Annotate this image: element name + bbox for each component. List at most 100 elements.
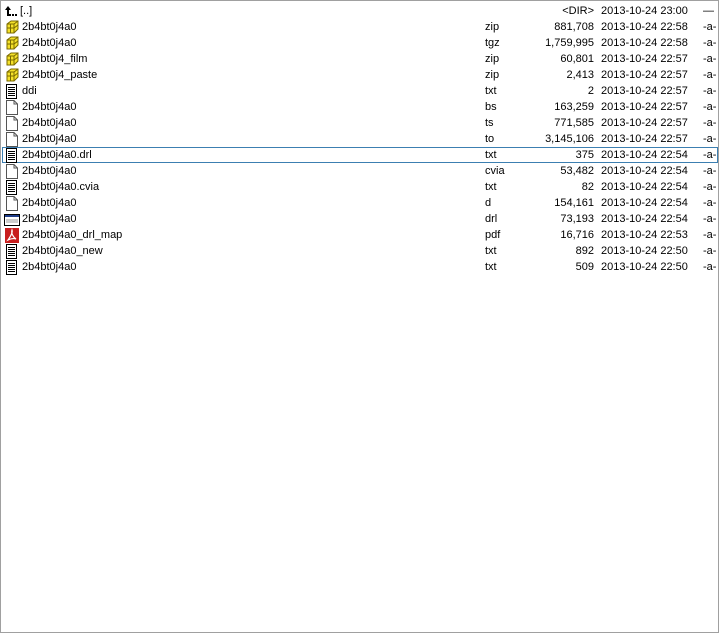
file-row[interactable]: ddi txt 2 2013-10-24 22:57 -a- <box>2 83 718 99</box>
file-date: 2013-10-24 22:54 <box>601 197 688 209</box>
file-size: 163,259 <box>554 101 594 113</box>
file-attributes: -a- <box>703 37 717 49</box>
file-size: 53,482 <box>560 165 594 177</box>
file-row[interactable]: 2b4bt0j4a0 drl 73,193 2013-10-24 22:54 -a- <box>2 211 718 227</box>
file-attributes: -a- <box>703 69 717 81</box>
file-row[interactable]: 2b4bt0j4a0 cvia 53,482 2013-10-24 22:54 -a- <box>2 163 718 179</box>
file-name: 2b4bt0j4a0_new <box>22 245 103 257</box>
file-name: 2b4bt0j4a0 <box>22 197 77 209</box>
file-attributes: -a- <box>703 117 717 129</box>
file-row[interactable]: 2b4bt0j4a0 txt 509 2013-10-24 22:50 -a- <box>2 259 718 275</box>
file-name: 2b4bt0j4a0.drl <box>22 149 92 161</box>
file-date: 2013-10-24 22:53 <box>601 229 688 241</box>
file-size: 60,801 <box>560 53 594 65</box>
text-file-icon <box>4 148 20 163</box>
file-attributes: -a- <box>703 133 717 145</box>
file-size: 771,585 <box>554 117 594 129</box>
archive-icon <box>4 36 20 51</box>
file-attributes: -a- <box>703 85 717 97</box>
file-size: 375 <box>575 149 594 161</box>
file-size: 1,759,995 <box>545 37 594 49</box>
file-date: 2013-10-24 22:57 <box>601 101 688 113</box>
file-extension: txt <box>485 245 497 257</box>
file-extension: txt <box>485 261 497 273</box>
file-icon <box>4 164 20 179</box>
file-row[interactable]: 2b4bt0j4a0 tgz 1,759,995 2013-10-24 22:58 -a… <box>2 35 718 51</box>
file-list: [..] <DIR> 2013-10-24 23:00 — 2b4bt0j4a0… <box>2 3 718 275</box>
file-attributes: -a- <box>703 245 717 257</box>
file-attributes: -a- <box>703 21 717 33</box>
file-size: 82 <box>581 181 594 193</box>
parent-directory-row[interactable]: [..] <DIR> 2013-10-24 23:00 — <box>2 3 718 19</box>
file-name: 2b4bt0j4_film <box>22 53 88 65</box>
file-name: 2b4bt0j4a0 <box>22 213 77 225</box>
file-date: 2013-10-24 22:54 <box>601 165 688 177</box>
file-row[interactable]: 2b4bt0j4_film zip 60,801 2013-10-24 22:57 -a… <box>2 51 718 67</box>
file-row[interactable]: 2b4bt0j4a0_new txt 892 2013-10-24 22:50 -a- <box>2 243 718 259</box>
file-name: 2b4bt0j4a0 <box>22 165 77 177</box>
text-file-icon <box>4 260 20 275</box>
file-row-selected[interactable]: 2b4bt0j4a0.drl txt 375 2013-10-24 22:54 -a- <box>2 147 718 163</box>
file-attributes: -a- <box>703 165 717 177</box>
file-size: 73,193 <box>560 213 594 225</box>
file-row[interactable]: 2b4bt0j4a0 zip 881,708 2013-10-24 22:58 -a- <box>2 19 718 35</box>
file-date: 2013-10-24 22:54 <box>601 213 688 225</box>
file-extension: txt <box>485 181 497 193</box>
file-size: 3,145,106 <box>545 133 594 145</box>
file-name: ddi <box>22 85 37 97</box>
up-folder-icon <box>4 4 20 19</box>
file-name: 2b4bt0j4a0 <box>22 37 77 49</box>
pdf-icon <box>4 228 20 243</box>
file-attributes: -a- <box>703 229 717 241</box>
file-date: 2013-10-24 22:57 <box>601 117 688 129</box>
file-extension: tgz <box>485 37 500 49</box>
file-extension: zip <box>485 53 500 65</box>
file-extension: pdf <box>485 229 501 241</box>
file-name: 2b4bt0j4a0 <box>22 117 77 129</box>
file-extension: to <box>485 133 495 145</box>
file-date: 2013-10-24 22:58 <box>601 21 688 33</box>
file-name: 2b4bt0j4a0 <box>22 261 77 273</box>
file-date: 2013-10-24 22:58 <box>601 37 688 49</box>
file-row[interactable]: 2b4bt0j4a0 ts 771,585 2013-10-24 22:57 -a- <box>2 115 718 131</box>
file-size: 2 <box>587 85 594 97</box>
file-attributes: -a- <box>703 197 717 209</box>
file-icon <box>4 116 20 131</box>
application-file-icon <box>4 212 20 227</box>
file-extension: ts <box>485 117 494 129</box>
file-row[interactable]: 2b4bt0j4a0_drl_map pdf 16,716 2013-10-24 22… <box>2 227 718 243</box>
file-row[interactable]: 2b4bt0j4a0.cvia txt 82 2013-10-24 22:54 -a- <box>2 179 718 195</box>
file-size: <DIR> <box>562 5 594 17</box>
file-extension: txt <box>485 149 497 161</box>
file-date: 2013-10-24 22:54 <box>601 181 688 193</box>
file-name: 2b4bt0j4_paste <box>22 69 98 81</box>
file-size: 892 <box>575 245 594 257</box>
file-attributes: — <box>703 5 714 17</box>
file-size: 2,413 <box>566 69 594 81</box>
file-attributes: -a- <box>703 53 717 65</box>
file-row[interactable]: 2b4bt0j4a0 d 154,161 2013-10-24 22:54 -a- <box>2 195 718 211</box>
file-extension: zip <box>485 21 500 33</box>
file-row[interactable]: 2b4bt0j4a0 to 3,145,106 2013-10-24 22:57 -a- <box>2 131 718 147</box>
file-date: 2013-10-24 22:50 <box>601 245 688 257</box>
file-name: 2b4bt0j4a0 <box>22 21 77 33</box>
file-row[interactable]: 2b4bt0j4a0 bs 163,259 2013-10-24 22:57 -a- <box>2 99 718 115</box>
file-date: 2013-10-24 22:57 <box>601 53 688 65</box>
file-date: 2013-10-24 22:54 <box>601 149 688 161</box>
file-row[interactable]: 2b4bt0j4_paste zip 2,413 2013-10-24 22:57 -a… <box>2 67 718 83</box>
file-name: 2b4bt0j4a0 <box>22 101 77 113</box>
file-icon <box>4 100 20 115</box>
file-size: 16,716 <box>560 229 594 241</box>
file-panel: [..] <DIR> 2013-10-24 23:00 — 2b4bt0j4a0… <box>0 0 719 633</box>
file-icon <box>4 132 20 147</box>
file-date: 2013-10-24 22:50 <box>601 261 688 273</box>
file-icon <box>4 196 20 211</box>
file-date: 2013-10-24 22:57 <box>601 69 688 81</box>
text-file-icon <box>4 180 20 195</box>
file-size: 154,161 <box>554 197 594 209</box>
file-attributes: -a- <box>703 149 717 161</box>
file-name: 2b4bt0j4a0 <box>22 133 77 145</box>
file-name: 2b4bt0j4a0.cvia <box>22 181 100 193</box>
text-file-icon <box>4 84 20 99</box>
file-extension: drl <box>485 213 498 225</box>
